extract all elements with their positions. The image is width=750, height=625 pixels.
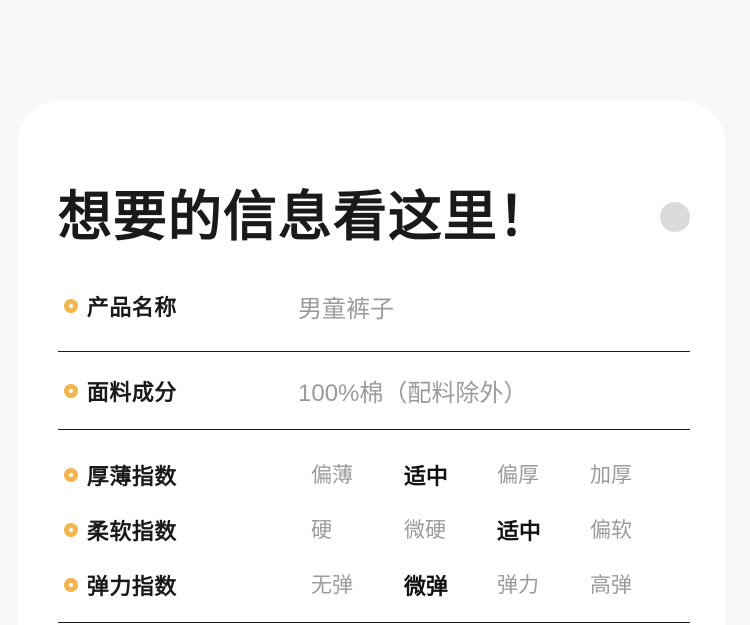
bullet-ring-icon: [64, 383, 78, 398]
option-item: 微硬: [404, 518, 446, 542]
option-item: 偏软: [590, 518, 632, 542]
row-label: 弹力指数: [87, 573, 178, 599]
bullet-ring-icon: [64, 299, 78, 313]
divider: [58, 622, 690, 623]
option-item: 高弹: [590, 573, 632, 597]
option-item: 偏厚: [497, 463, 539, 487]
bullet-ring-icon: [64, 522, 78, 537]
index-row-softness: 柔软指数 硬 微硬 适中 偏软: [58, 502, 690, 557]
info-row-fabric: 面料成分 100%棉（配料除外）: [58, 352, 690, 429]
option-item: 适中: [497, 518, 542, 544]
ring-icon: [660, 202, 690, 232]
option-item: 无弹: [311, 573, 353, 597]
row-label: 面料成分: [87, 379, 178, 405]
option-scale: 硬 微硬 适中 偏软: [311, 514, 683, 546]
section-title: 想要的信息看这里！: [58, 187, 553, 247]
index-section: 厚薄指数 偏薄 适中 偏厚 加厚 柔软指数 硬 微硬 适中 偏软 弹力指数 无弹…: [58, 430, 690, 622]
option-scale: 偏薄 适中 偏厚 加厚: [311, 459, 683, 491]
option-item: 加厚: [590, 463, 632, 487]
row-value: 男童裤子: [298, 295, 394, 323]
info-row-product-name: 产品名称 男童裤子: [58, 261, 690, 351]
row-label: 厚薄指数: [87, 463, 178, 489]
option-item: 微弹: [404, 573, 449, 599]
option-item: 偏薄: [311, 463, 353, 487]
card-header: 想要的信息看这里！: [58, 101, 690, 249]
bullet-ring-icon: [64, 467, 78, 482]
product-info-card: 想要的信息看这里！ 产品名称 男童裤子 面料成分 100%棉（配料除外） 厚薄指…: [18, 101, 725, 625]
index-row-elasticity: 弹力指数 无弹 微弹 弹力 高弹: [58, 557, 690, 612]
option-item: 弹力: [497, 573, 539, 597]
row-label: 柔软指数: [87, 518, 178, 544]
option-item: 硬: [311, 518, 332, 542]
index-row-thickness: 厚薄指数 偏薄 适中 偏厚 加厚: [58, 447, 690, 502]
row-value: 100%棉（配料除外）: [298, 380, 528, 407]
option-scale: 无弹 微弹 弹力 高弹: [311, 569, 683, 601]
bullet-ring-icon: [64, 577, 78, 592]
option-item: 适中: [404, 463, 449, 489]
row-label: 产品名称: [87, 295, 178, 320]
